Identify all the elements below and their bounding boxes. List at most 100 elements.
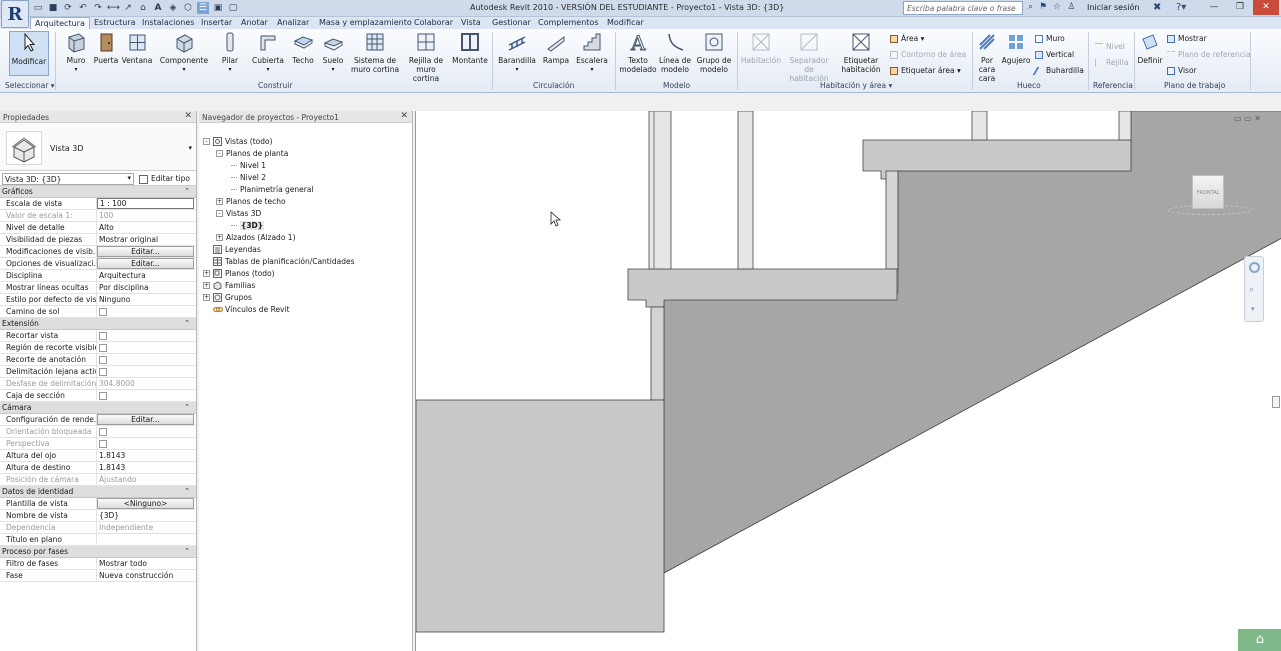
shaft-button[interactable]: Agujero	[1001, 31, 1031, 65]
close-properties-icon[interactable]: ✕	[184, 111, 192, 121]
property-section[interactable]: Datos de identidad ⌃	[0, 486, 196, 498]
instance-selector[interactable]: Vista 3D: {3D} ▾	[2, 173, 134, 185]
door-button[interactable]: Puerta	[93, 31, 119, 65]
expand-icon[interactable]: +	[203, 282, 210, 289]
expand-icon[interactable]: +	[216, 234, 223, 241]
browser-item[interactable]: Planimetría general	[231, 185, 314, 194]
property-section[interactable]: Extensión ⌃	[0, 318, 196, 330]
search-icon[interactable]: ⌕	[1028, 2, 1033, 12]
dimension-icon[interactable]: ↗	[122, 2, 134, 14]
vertical-opening-button[interactable]: Vertical	[1035, 50, 1074, 59]
model-text-button[interactable]: A Texto modelado	[619, 31, 657, 75]
room-separator-button[interactable]: Separador de habitación	[786, 31, 832, 83]
show-workplane-button[interactable]: Mostrar	[1167, 34, 1207, 43]
3d-viewport[interactable]: FRONTAL ⌕ ▾ ▭ ▭ ✕ ⌂	[415, 111, 1281, 651]
railing-button[interactable]: Barandilla ▾	[498, 31, 536, 74]
3d-view-icon[interactable]: ◈	[167, 2, 179, 14]
tab-insertar[interactable]: Insertar	[201, 17, 232, 29]
expand-icon[interactable]: +	[203, 294, 210, 301]
viewer-button[interactable]: Visor	[1167, 66, 1197, 75]
property-value[interactable]: Ajustando	[99, 475, 137, 484]
curtain-grid-button[interactable]: Rejilla de muro cortina	[402, 31, 450, 83]
browser-item[interactable]: - Vistas (todo)	[203, 137, 273, 146]
browser-item[interactable]: Nivel 1	[231, 161, 266, 170]
property-value[interactable]: 304.8000	[99, 379, 135, 388]
browser-item[interactable]: Tablas de planificación/Cantidades	[213, 257, 354, 266]
collapse-icon[interactable]: -	[216, 150, 223, 157]
ref-plane-button[interactable]: Plano de referencia	[1167, 50, 1251, 59]
property-checkbox[interactable]	[99, 440, 107, 448]
property-edit-button[interactable]: Editar...	[97, 414, 194, 425]
by-face-button[interactable]: Por cara cara	[975, 31, 999, 83]
property-value[interactable]: Arquitectura	[99, 271, 146, 280]
minimize-button[interactable]: —	[1201, 0, 1227, 15]
text-icon[interactable]: A	[152, 2, 164, 14]
property-edit-button[interactable]: <Ninguno>	[97, 498, 194, 509]
property-value[interactable]: Ninguno	[99, 295, 130, 304]
tab-estructura[interactable]: Estructura	[94, 17, 136, 29]
edit-type-button[interactable]: Editar tipo	[139, 174, 190, 184]
stair-button[interactable]: Escalera ▾	[575, 31, 609, 74]
property-value[interactable]: Alto	[99, 223, 114, 232]
help-icon[interactable]: ?▾	[1176, 2, 1186, 13]
status-corner-button[interactable]: ⌂	[1238, 629, 1281, 651]
property-checkbox[interactable]	[99, 368, 107, 376]
tag-area-button[interactable]: Etiquetar área ▾	[890, 66, 961, 75]
undo-icon[interactable]: ↶	[77, 2, 89, 14]
expand-icon[interactable]: +	[203, 270, 210, 277]
grid-button[interactable]: Rejilla	[1095, 58, 1128, 67]
tab-arquitectura[interactable]: Arquitectura	[30, 17, 90, 29]
roof-button[interactable]: Cubierta ▾	[251, 31, 285, 74]
nav-menu-icon[interactable]: ▾	[1251, 305, 1255, 313]
property-value[interactable]: Mostrar todo	[99, 559, 147, 568]
vertical-scrollbar[interactable]	[1272, 396, 1280, 408]
ramp-button[interactable]: Rampa	[541, 31, 571, 65]
property-checkbox[interactable]	[99, 344, 107, 352]
tag-room-button[interactable]: Etiquetar habitación	[838, 31, 884, 74]
property-checkbox[interactable]	[99, 332, 107, 340]
collapse-icon[interactable]: ⌃	[184, 546, 190, 557]
tab-modificar[interactable]: Modificar	[607, 17, 644, 29]
property-value[interactable]: {3D}	[99, 511, 119, 520]
zoom-icon[interactable]: ⌕	[1249, 285, 1254, 295]
subscription-icon[interactable]: ⚑	[1039, 2, 1047, 12]
tab-instalaciones[interactable]: Instalaciones	[142, 17, 194, 29]
property-value[interactable]: Nueva construcción	[99, 571, 173, 580]
property-edit-button[interactable]: Editar...	[97, 258, 194, 269]
property-checkbox[interactable]	[99, 392, 107, 400]
collapse-icon[interactable]: ⌃	[184, 402, 190, 413]
mullion-button[interactable]: Montante	[452, 31, 488, 65]
property-value[interactable]: Mostrar original	[99, 235, 158, 244]
redo-icon[interactable]: ↷	[92, 2, 104, 14]
component-button[interactable]: Componente ▾	[158, 31, 210, 74]
application-button[interactable]: R	[1, 0, 29, 28]
property-checkbox[interactable]	[99, 308, 107, 316]
group-seleccionar[interactable]: Seleccionar ▾	[5, 81, 55, 90]
tab-gestionar[interactable]: Gestionar	[492, 17, 531, 29]
tab-masa[interactable]: Masa y emplazamiento	[319, 17, 412, 29]
property-section[interactable]: Proceso por fases ⌃	[0, 546, 196, 558]
ceiling-button[interactable]: Techo	[290, 31, 316, 65]
close-browser-icon[interactable]: ✕	[400, 111, 408, 121]
collapse-icon[interactable]: -	[216, 210, 223, 217]
save-icon[interactable]: ■	[47, 2, 59, 14]
property-checkbox[interactable]	[99, 428, 107, 436]
collapse-icon[interactable]: ⌃	[184, 186, 190, 197]
close-button[interactable]: ✕	[1253, 0, 1279, 15]
property-section[interactable]: Cámara ⌃	[0, 402, 196, 414]
property-value[interactable]: Por disciplina	[99, 283, 149, 292]
wall-opening-button[interactable]: Muro	[1035, 34, 1065, 43]
modify-button[interactable]: Modificar	[9, 31, 49, 76]
close-hidden-icon[interactable]: ▣	[212, 2, 224, 14]
set-workplane-button[interactable]: Definir	[1136, 31, 1164, 65]
tab-anotar[interactable]: Anotar	[241, 17, 268, 29]
search-input[interactable]: Escriba palabra clave o frase	[903, 1, 1023, 15]
tab-colaborar[interactable]: Colaborar	[414, 17, 453, 29]
model-canvas[interactable]	[416, 111, 1281, 651]
measure-icon[interactable]: ⟷	[107, 2, 120, 14]
browser-item[interactable]: - Planos de planta	[216, 149, 288, 158]
tab-complementos[interactable]: Complementos	[538, 17, 598, 29]
browser-item[interactable]: + Familias	[203, 281, 255, 291]
login-link[interactable]: Iniciar sesión	[1087, 3, 1139, 12]
exchange-icon[interactable]: ✖	[1153, 2, 1161, 13]
